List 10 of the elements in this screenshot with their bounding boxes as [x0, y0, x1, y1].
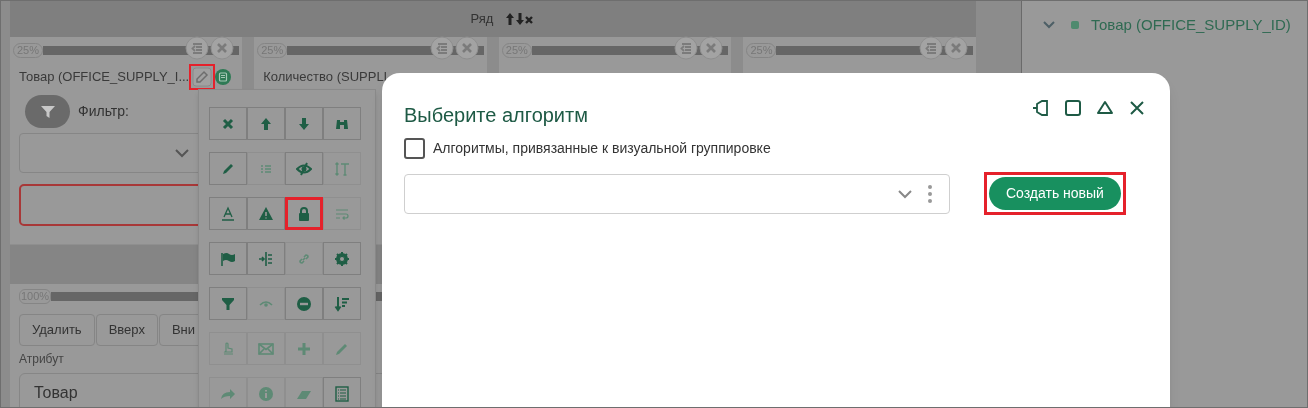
row-title: Ряд [470, 10, 494, 29]
column-title: Количество (SUPPLI [263, 68, 389, 87]
attribute-label: Атрибут [19, 351, 65, 368]
action-button[interactable]: Удалить [19, 314, 95, 346]
checkbox-label: Алгоритмы, привязанные к визуальной группировке [433, 139, 771, 158]
create-button[interactable]: Создать новый [989, 177, 1121, 210]
action-button[interactable]: Вверх [95, 314, 158, 346]
column-title: Товар (OFFICE_SUPPLY_I... [19, 68, 190, 87]
filter-label: Фильтр: [78, 102, 129, 121]
dialog-title: Выберите алгоритм [404, 103, 589, 128]
